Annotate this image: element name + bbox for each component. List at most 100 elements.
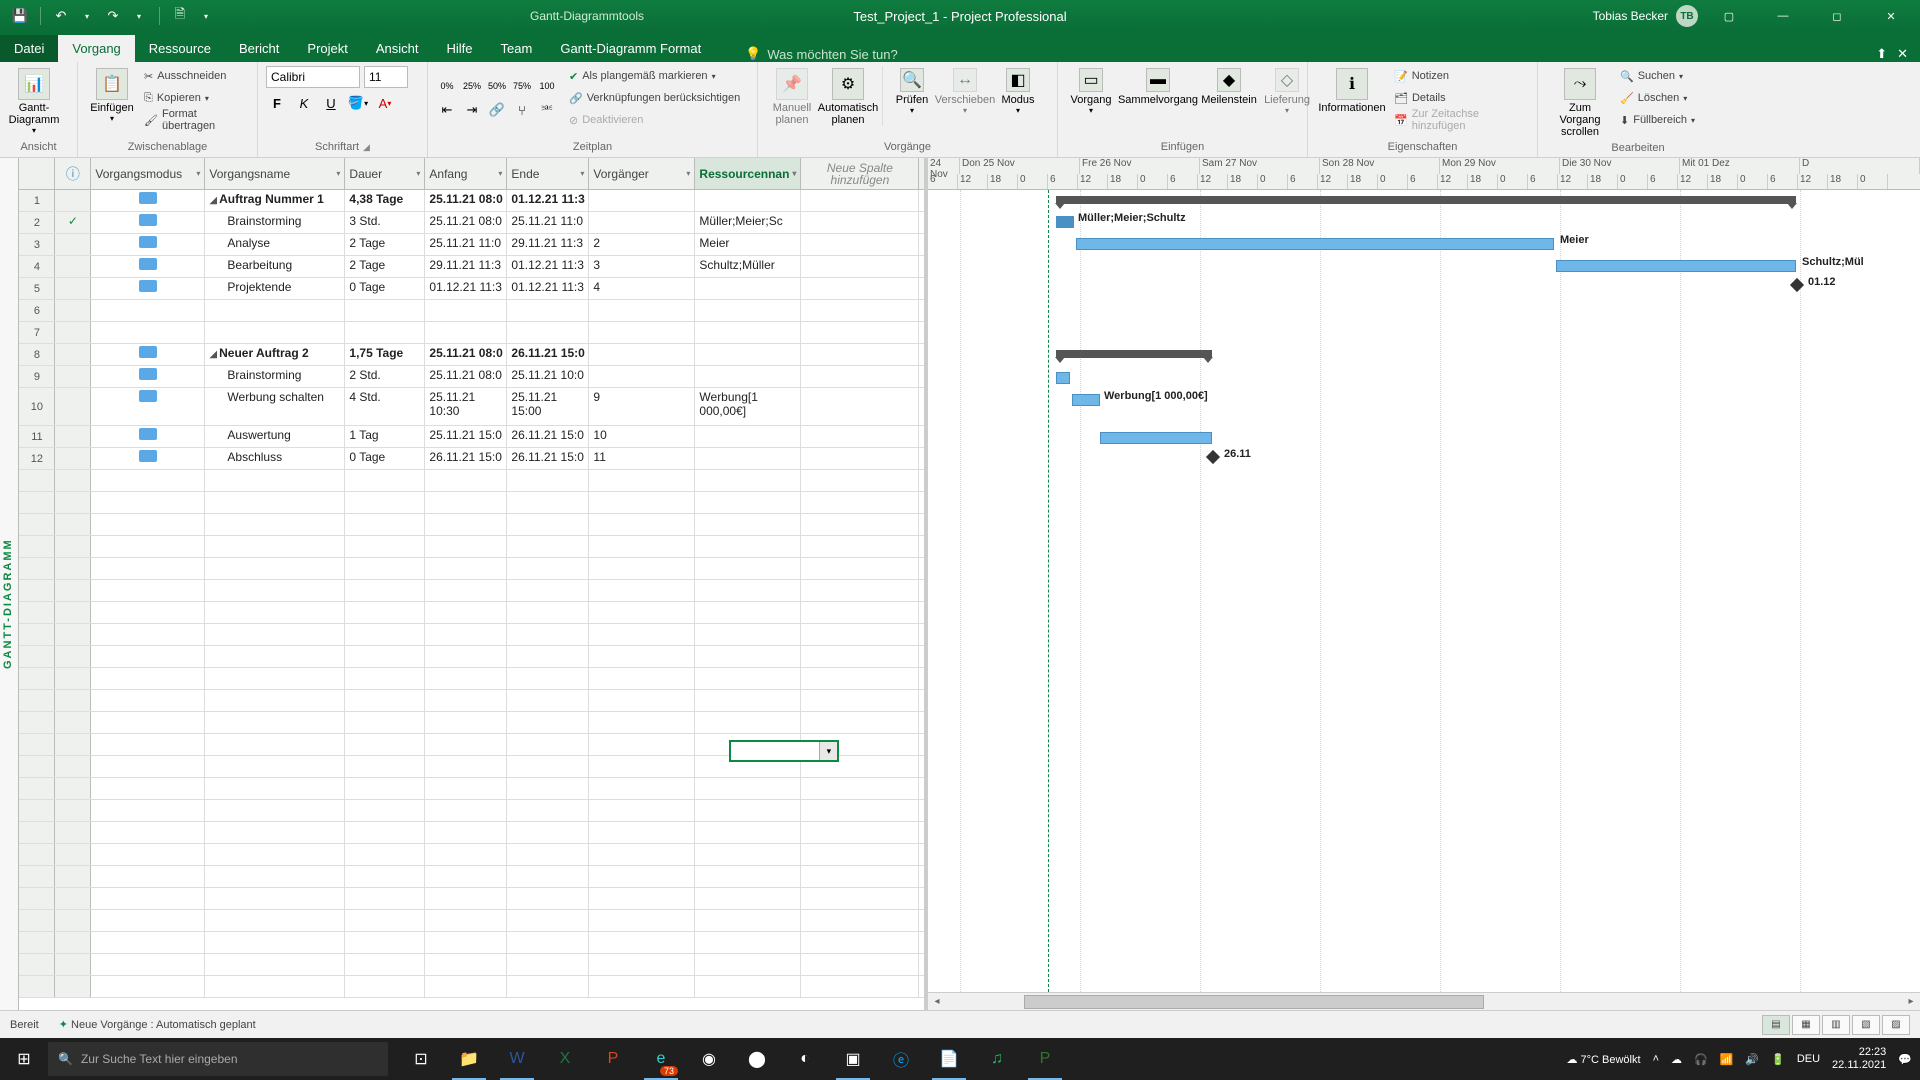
cell-mode[interactable] — [91, 190, 205, 211]
tray-volume-icon[interactable]: 🔊 — [1745, 1053, 1759, 1066]
cell-name[interactable]: Analyse — [205, 234, 345, 255]
cell-res[interactable] — [695, 448, 801, 469]
cell-name[interactable]: Projektende — [205, 278, 345, 299]
font-color-button[interactable]: A▾ — [374, 92, 396, 114]
progress-75-button[interactable]: 75% — [511, 75, 533, 97]
cell-end[interactable]: 01.12.21 11:3 — [507, 256, 589, 277]
table-row-empty[interactable] — [19, 624, 924, 646]
cell-pred[interactable] — [589, 344, 695, 365]
progress-25-button[interactable]: 25% — [461, 75, 483, 97]
inspect-button[interactable]: 🔍Prüfen▾ — [891, 66, 933, 117]
col-duration[interactable]: Dauer▾ — [345, 158, 425, 189]
fill-color-button[interactable]: 🪣▾ — [347, 92, 369, 114]
tab-team[interactable]: Team — [487, 35, 547, 62]
gantt-summary-2[interactable] — [1056, 350, 1212, 358]
cell-new[interactable] — [801, 212, 919, 233]
table-row[interactable]: 10Werbung schalten4 Std.25.11.21 10:3025… — [19, 388, 924, 426]
gantt-milestone-projektende[interactable] — [1790, 278, 1804, 292]
cell-res[interactable]: Schultz;Müller — [695, 256, 801, 277]
information-button[interactable]: ℹInformationen — [1316, 66, 1388, 116]
cell-start[interactable]: 29.11.21 11:3 — [425, 256, 507, 277]
obs-icon[interactable]: ⬤ — [734, 1038, 780, 1080]
cell-mode[interactable] — [91, 278, 205, 299]
save-icon[interactable]: 💾 — [10, 6, 30, 26]
respect-links-button[interactable]: 🔗Verknüpfungen berücksichtigen — [567, 88, 742, 108]
table-row[interactable]: 5Projektende0 Tage01.12.21 11:301.12.21 … — [19, 278, 924, 300]
cell-name[interactable]: ◢Auftrag Nummer 1 — [205, 190, 345, 211]
font-name-select[interactable] — [266, 66, 360, 88]
table-row-empty[interactable] — [19, 954, 924, 976]
cell-new[interactable] — [801, 388, 919, 425]
table-row-empty[interactable] — [19, 910, 924, 932]
cell-ind[interactable] — [55, 190, 91, 211]
close-ribbon-icon[interactable]: ✕ — [1897, 46, 1908, 62]
split-button[interactable]: ⎃ — [536, 99, 558, 121]
cell-pred[interactable]: 9 — [589, 388, 695, 425]
manual-schedule-button[interactable]: 📌Manuell planen — [766, 66, 818, 128]
tray-headset-icon[interactable]: 🎧 — [1694, 1053, 1708, 1066]
cell-pred[interactable]: 10 — [589, 426, 695, 447]
link-button[interactable]: 🔗 — [486, 99, 508, 121]
row-number[interactable]: 1 — [19, 190, 55, 211]
cell-mode[interactable] — [91, 388, 205, 425]
row-number[interactable]: 8 — [19, 344, 55, 365]
cell-dropdown-icon[interactable]: ▾ — [819, 742, 837, 760]
cell-ind[interactable] — [55, 426, 91, 447]
cell-end[interactable]: 25.11.21 10:0 — [507, 366, 589, 387]
table-row[interactable]: 9Brainstorming2 Std.25.11.21 08:025.11.2… — [19, 366, 924, 388]
font-size-select[interactable] — [364, 66, 408, 88]
mark-ontrack-button[interactable]: ✔Als plangemäß markieren▾ — [567, 66, 742, 86]
cell-name[interactable]: Abschluss — [205, 448, 345, 469]
tab-projekt[interactable]: Projekt — [293, 35, 361, 62]
cell-res[interactable] — [695, 366, 801, 387]
cell-res[interactable]: Müller;Meier;Sc — [695, 212, 801, 233]
row-number[interactable]: 7 — [19, 322, 55, 343]
cell-new[interactable] — [801, 234, 919, 255]
cell-new[interactable] — [801, 366, 919, 387]
col-start[interactable]: Anfang▾ — [425, 158, 507, 189]
cell-new[interactable] — [801, 190, 919, 211]
cell-mode[interactable] — [91, 234, 205, 255]
clear-button[interactable]: 🧹Löschen▾ — [1618, 88, 1697, 108]
cell-new[interactable] — [801, 448, 919, 469]
copy-button[interactable]: ⎘Kopieren▾ — [142, 88, 249, 108]
cell-pred[interactable] — [589, 212, 695, 233]
table-row-empty[interactable] — [19, 514, 924, 536]
cell-end[interactable]: 29.11.21 11:3 — [507, 234, 589, 255]
cell-end[interactable]: 26.11.21 15:0 — [507, 426, 589, 447]
cell-ind[interactable] — [55, 388, 91, 425]
scroll-to-task-button[interactable]: ⤳Zum Vorgang scrollen — [1546, 66, 1614, 140]
cell-dur[interactable]: 4,38 Tage — [345, 190, 425, 211]
table-row[interactable]: 6 — [19, 300, 924, 322]
cell-dur[interactable]: 1 Tag — [345, 426, 425, 447]
gantt-bar-brainstorming2[interactable] — [1056, 372, 1070, 384]
table-row-empty[interactable] — [19, 712, 924, 734]
col-add-new[interactable]: Neue Spalte hinzufügen — [801, 158, 919, 189]
gantt-bar-werbung[interactable] — [1072, 394, 1100, 406]
gantt-bar-analyse[interactable] — [1076, 238, 1554, 250]
redo-icon[interactable]: ↷ — [103, 6, 123, 26]
cell-ind[interactable] — [55, 278, 91, 299]
tray-clock[interactable]: 22:23 22.11.2021 — [1832, 1046, 1886, 1072]
row-number[interactable]: 12 — [19, 448, 55, 469]
col-name[interactable]: Vorgangsname▾ — [205, 158, 345, 189]
notepad-icon[interactable]: 📄 — [926, 1038, 972, 1080]
cell-dur[interactable]: 4 Std. — [345, 388, 425, 425]
move-button[interactable]: ↔Verschieben▾ — [937, 66, 993, 117]
table-row-empty[interactable] — [19, 668, 924, 690]
cell-pred[interactable]: 3 — [589, 256, 695, 277]
undo-dd[interactable]: ▾ — [77, 6, 97, 26]
table-row[interactable]: 7 — [19, 322, 924, 344]
active-cell-editor[interactable]: ▾ — [729, 740, 839, 762]
details-button[interactable]: 🗂Details — [1392, 88, 1529, 108]
cell-new[interactable] — [801, 344, 919, 365]
app-icon-1[interactable]: ◐ — [782, 1038, 828, 1080]
cell-start[interactable]: 25.11.21 11:0 — [425, 234, 507, 255]
tab-hilfe[interactable]: Hilfe — [433, 35, 487, 62]
cell-ind[interactable] — [55, 256, 91, 277]
view-report-button[interactable]: ▨ — [1882, 1015, 1910, 1035]
row-number[interactable]: 5 — [19, 278, 55, 299]
ribbon-options-icon[interactable]: ▢ — [1706, 0, 1752, 32]
cell-start[interactable]: 25.11.21 08:0 — [425, 190, 507, 211]
cell-end[interactable]: 25.11.21 15:00 — [507, 388, 589, 425]
